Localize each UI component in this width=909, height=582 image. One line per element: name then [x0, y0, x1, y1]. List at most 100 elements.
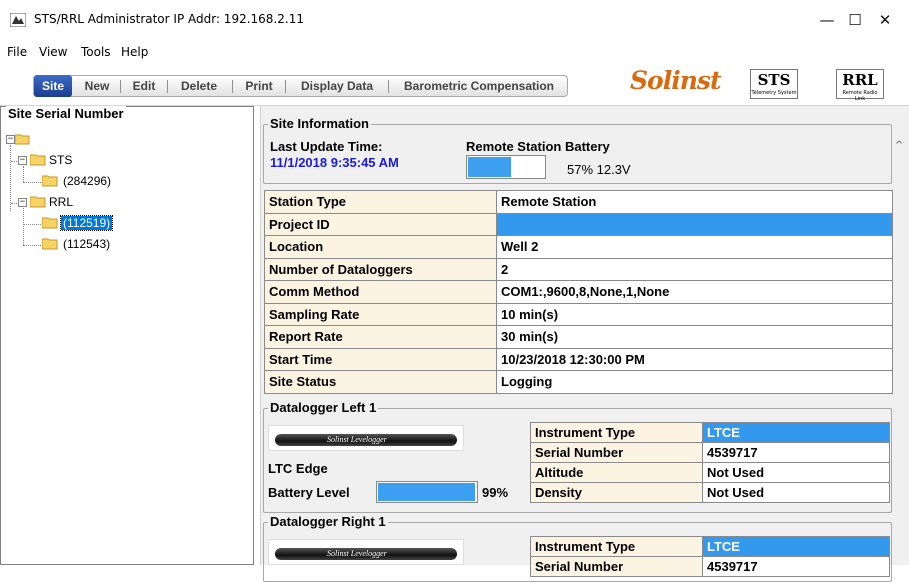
site-button[interactable]: Site	[34, 75, 72, 97]
table-row: Project ID	[264, 212, 893, 236]
tree-connector	[23, 224, 41, 225]
row-value[interactable]: LTCE	[702, 536, 890, 557]
logger-left-table: Instrument Type LTCE Serial Number 4539717 A…	[530, 422, 890, 503]
scroll-up-icon[interactable]: ^	[895, 140, 903, 151]
table-row: Comm Method COM1:,9600,8,None,1,None	[264, 280, 893, 304]
row-value[interactable]: Not Used	[702, 482, 890, 503]
datalogger-right-caption: Datalogger Right 1	[268, 514, 388, 529]
site-tree-panel: Site Serial Number − − STS (284296) − RR…	[0, 106, 254, 565]
folder-icon	[42, 238, 58, 250]
remote-battery-bar	[466, 155, 546, 179]
row-value[interactable]: Logging	[496, 370, 893, 394]
rrl-logo[interactable]: RRL Remote Radio Link	[836, 69, 884, 102]
toolbar-separator	[285, 80, 286, 93]
collapse-icon[interactable]: −	[18, 198, 27, 207]
row-key: Project ID	[264, 212, 497, 236]
row-key: Site Status	[264, 370, 497, 394]
menu-bar: File View Tools Help	[0, 40, 909, 64]
tree-connector	[23, 208, 24, 245]
table-row: Number of Dataloggers 2	[264, 257, 893, 281]
tree-node-sts-284296[interactable]: (284296)	[63, 174, 111, 188]
table-row: Site Status Logging	[264, 370, 893, 394]
menu-view[interactable]: View	[39, 45, 67, 59]
print-button[interactable]: Print	[236, 76, 282, 96]
toolbar-separator	[120, 80, 121, 93]
row-value[interactable]: COM1:,9600,8,None,1,None	[496, 280, 893, 304]
app-icon	[10, 13, 26, 27]
row-value[interactable]: 2	[496, 257, 893, 281]
tree-connector	[23, 182, 41, 183]
tree-node-rrl[interactable]: RRL	[49, 195, 73, 209]
row-value[interactable]: LTCE	[702, 422, 890, 443]
table-row: Serial Number 4539717	[530, 442, 890, 463]
logger-battery-bar	[376, 481, 478, 503]
row-key: Serial Number	[530, 442, 703, 463]
title-bar: STS/RRL Administrator IP Addr: 192.168.2…	[0, 0, 909, 40]
row-value[interactable]: Well 2	[496, 235, 893, 259]
rrl-logo-text: RRL	[842, 71, 878, 89]
tree-node-rrl-112543[interactable]: (112543)	[63, 237, 110, 251]
display-data-button[interactable]: Display Data	[289, 76, 385, 96]
edit-button[interactable]: Edit	[124, 76, 164, 96]
new-button[interactable]: New	[78, 76, 116, 96]
table-row: Altitude Not Used	[530, 462, 890, 483]
rrl-logo-subtext: Remote Radio Link	[842, 90, 878, 102]
table-row: Serial Number 4539717	[530, 556, 890, 577]
row-value[interactable]: 4539717	[702, 442, 890, 463]
window-title: STS/RRL Administrator IP Addr: 192.168.2…	[34, 12, 304, 26]
row-key: Altitude	[530, 462, 703, 483]
table-row: Start Time 10/23/2018 12:30:00 PM	[264, 347, 893, 371]
sts-logo[interactable]: STS Telemetry System	[750, 69, 798, 99]
barometric-compensation-button[interactable]: Barometric Compensation	[392, 76, 566, 96]
row-value[interactable]: 30 min(s)	[496, 325, 893, 349]
collapse-icon[interactable]: −	[6, 135, 15, 144]
tree-connector	[10, 145, 11, 211]
menu-file[interactable]: File	[7, 45, 27, 59]
row-value[interactable]: 10 min(s)	[496, 302, 893, 326]
last-update-value: 11/1/2018 9:35:45 AM	[270, 155, 399, 170]
table-row: Instrument Type LTCE	[530, 422, 890, 443]
folder-icon	[42, 175, 58, 187]
table-row: Sampling Rate 10 min(s)	[264, 302, 893, 326]
tree-caption: Site Serial Number	[6, 106, 126, 121]
logger-battery-fill	[378, 483, 476, 501]
table-row: Density Not Used	[530, 482, 890, 503]
logger-right-table: Instrument Type LTCE Serial Number 4539717	[530, 536, 890, 577]
collapse-icon[interactable]: −	[18, 156, 27, 165]
remote-battery-label: Remote Station Battery	[466, 139, 610, 154]
row-key: Report Rate	[264, 325, 497, 349]
logger-model-label: LTC Edge	[268, 461, 328, 476]
site-info-table: Station Type Remote Station Project ID Loca…	[264, 190, 893, 394]
tree-connector	[23, 245, 41, 246]
row-key: Location	[264, 235, 497, 259]
close-button[interactable]: ✕	[862, 6, 908, 34]
toolbar-separator	[388, 80, 389, 93]
row-value[interactable]: 4539717	[702, 556, 890, 577]
row-key: Density	[530, 482, 703, 503]
table-row: Station Type Remote Station	[264, 190, 893, 214]
folder-icon	[30, 196, 46, 208]
folder-icon	[30, 154, 46, 166]
menu-help[interactable]: Help	[121, 45, 148, 59]
row-value[interactable]: Not Used	[702, 462, 890, 483]
datalogger-left-caption: Datalogger Left 1	[268, 400, 379, 415]
row-key: Station Type	[264, 190, 497, 214]
row-key: Number of Dataloggers	[264, 257, 497, 281]
row-value[interactable]: Remote Station	[496, 190, 893, 214]
sts-logo-subtext: Telemetry System	[751, 90, 797, 96]
row-value[interactable]: 10/23/2018 12:30:00 PM	[496, 347, 893, 371]
tree-node-rrl-112519[interactable]: (112519)	[59, 215, 114, 231]
delete-button[interactable]: Delete	[171, 76, 227, 96]
last-update-label: Last Update Time:	[270, 139, 383, 154]
row-key: Instrument Type	[530, 536, 703, 557]
row-value[interactable]	[496, 212, 893, 236]
row-key: Comm Method	[264, 280, 497, 304]
row-key: Instrument Type	[530, 422, 703, 443]
sts-logo-text: STS	[757, 71, 791, 89]
tree-node-sts[interactable]: STS	[49, 153, 72, 167]
toolbar-separator	[167, 80, 168, 93]
remote-battery-fill	[468, 157, 512, 177]
levelogger-image-text: Solinst Levelogger	[327, 435, 387, 444]
menu-tools[interactable]: Tools	[81, 45, 111, 59]
levelogger-image-text: Solinst Levelogger	[327, 549, 387, 558]
